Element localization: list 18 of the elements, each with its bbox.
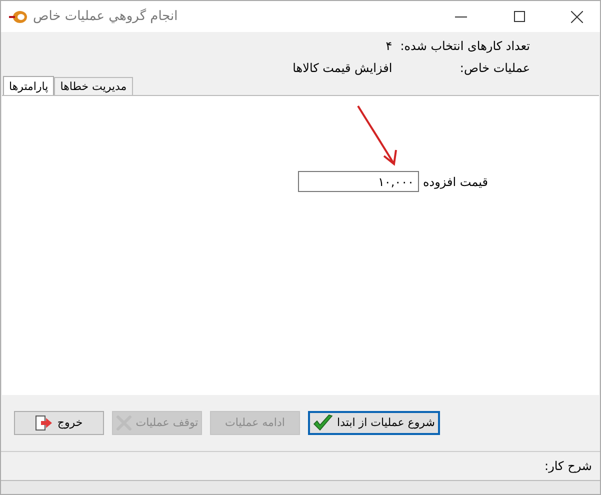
checkmark-icon: [313, 414, 334, 432]
info-value: افزایش قیمت کالاها: [292, 60, 392, 77]
tab[interactable]: مدیریت خطاها: [54, 77, 133, 95]
close-icon: [571, 10, 583, 22]
info-label: تعداد کارهای انتخاب شده:: [400, 38, 530, 55]
action-button[interactable]: شروع عملیات از ابتدا: [308, 411, 440, 435]
maximize-icon: [514, 11, 524, 22]
status-label: شرح کار:: [544, 458, 592, 475]
info-label: عملیات خاص:: [458, 60, 530, 77]
minimize-icon: [455, 16, 467, 18]
window-title: انجام گروهي عمليات خاص: [33, 8, 178, 26]
info-value: ۴: [384, 38, 392, 55]
tab[interactable]: پارامترها: [3, 76, 54, 96]
exit-door-icon: [35, 415, 54, 431]
action-button[interactable]: خروج: [14, 411, 104, 435]
field-label: قیمت افزوده: [422, 174, 488, 190]
added-price-field[interactable]: ۱۰,۰۰۰: [298, 171, 419, 192]
app-logo-icon: [9, 8, 29, 24]
